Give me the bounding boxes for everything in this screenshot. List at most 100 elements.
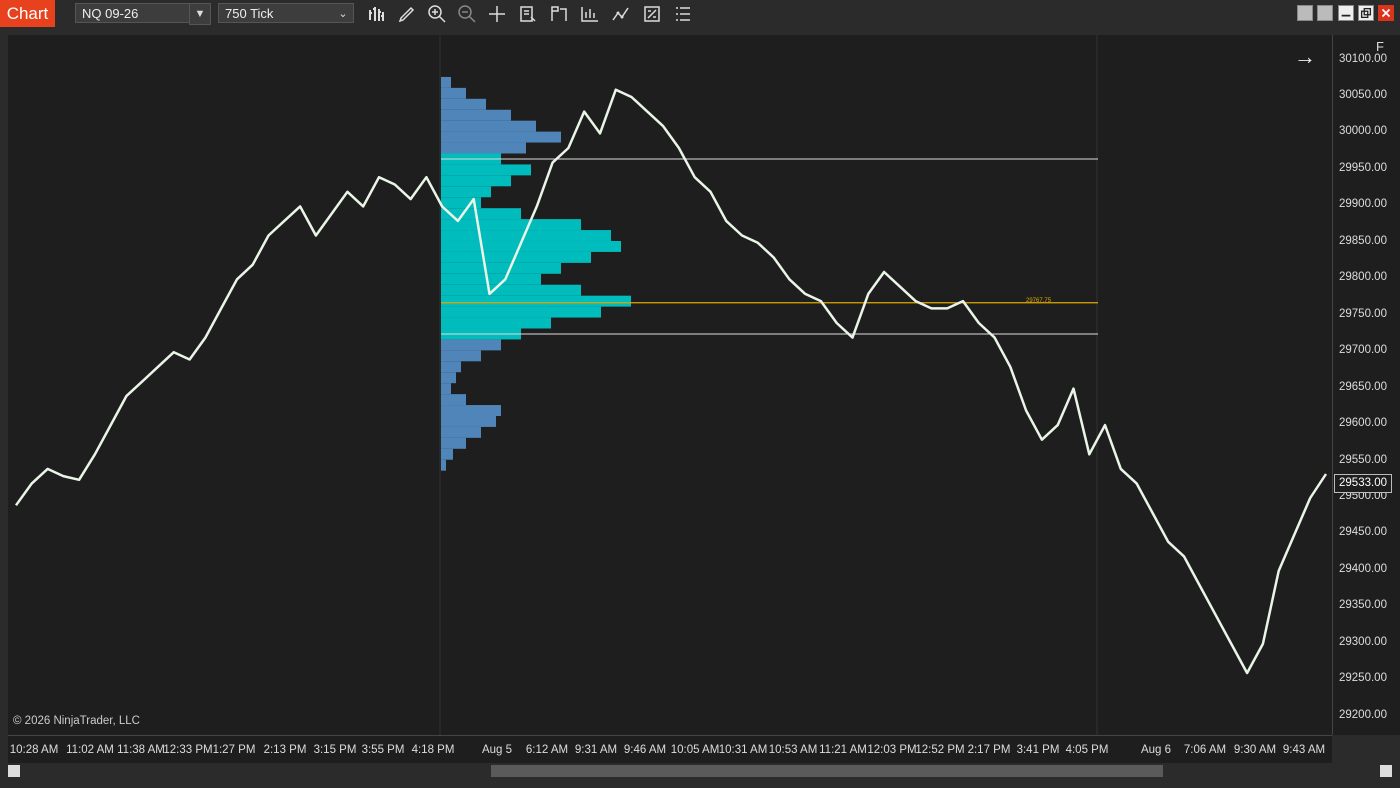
time-tick-label: 1:27 PM bbox=[212, 744, 256, 756]
price-tick-label: 29650.00 bbox=[1339, 380, 1387, 393]
price-tick-label: 30000.00 bbox=[1339, 125, 1387, 138]
properties-icon[interactable] bbox=[642, 4, 662, 24]
volume-profile-bar bbox=[441, 262, 561, 274]
chart-trader-icon[interactable] bbox=[611, 4, 631, 24]
volume-profile-bar bbox=[441, 295, 631, 307]
draw-pencil-icon[interactable] bbox=[397, 4, 417, 24]
time-tick-label: 12:52 PM bbox=[915, 744, 965, 756]
toolbar: Chart NQ 09-26 ▼ 750 Tick ⌄ bbox=[0, 0, 1400, 28]
volume-profile-bar bbox=[441, 240, 621, 252]
time-tick-label: 10:31 AM bbox=[718, 744, 768, 756]
time-tick-label: 4:05 PM bbox=[1065, 744, 1109, 756]
time-tick-label: 3:41 PM bbox=[1016, 744, 1060, 756]
time-tick-label: 11:02 AM bbox=[66, 744, 114, 756]
time-tick-label: 10:53 AM bbox=[768, 744, 818, 756]
window-tile-icon[interactable] bbox=[1317, 5, 1333, 21]
zoom-out-icon[interactable] bbox=[457, 4, 477, 24]
time-tick-label: 2:17 PM bbox=[967, 744, 1011, 756]
poc-label: 29767.75 bbox=[1026, 298, 1052, 304]
bar-type-icon[interactable] bbox=[367, 4, 387, 24]
time-tick-label: 10:28 AM bbox=[9, 744, 59, 756]
price-tick-label: 29750.00 bbox=[1339, 307, 1387, 320]
volume-profile-bar bbox=[441, 76, 451, 88]
instrument-value: NQ 09-26 bbox=[82, 6, 139, 21]
volume-profile-bar bbox=[441, 186, 491, 198]
volume-profile-bar bbox=[441, 426, 481, 438]
minimize-icon[interactable] bbox=[1338, 5, 1354, 21]
price-tick-label: 29200.00 bbox=[1339, 708, 1387, 721]
scroll-left-icon[interactable] bbox=[8, 765, 20, 777]
time-tick-label: 9:31 AM bbox=[574, 744, 618, 756]
time-tick-label: 3:15 PM bbox=[313, 744, 357, 756]
chart-panel[interactable]: 29767.75 © 2026 NinjaTrader, LLC bbox=[8, 35, 1332, 735]
time-tick-label: 3:55 PM bbox=[361, 744, 405, 756]
volume-profile-bar bbox=[441, 284, 581, 296]
close-icon[interactable] bbox=[1378, 5, 1394, 21]
time-tick-label: 11:38 AM bbox=[117, 744, 165, 756]
indicators-icon[interactable] bbox=[549, 4, 569, 24]
volume-profile-bar bbox=[441, 306, 601, 318]
price-tick-label: 30050.00 bbox=[1339, 88, 1387, 101]
volume-profile-bar bbox=[441, 339, 501, 351]
price-tick-label: 29950.00 bbox=[1339, 161, 1387, 174]
volume-profile-bar bbox=[441, 372, 456, 384]
time-tick-label: Aug 6 bbox=[1140, 744, 1172, 756]
time-tick-label: 12:33 PM bbox=[163, 744, 213, 756]
volume-profile-bar bbox=[441, 459, 446, 471]
window-tile-icon[interactable] bbox=[1297, 5, 1313, 21]
zoom-in-icon[interactable] bbox=[427, 4, 447, 24]
price-axis[interactable]: 30100.00 30050.00 30000.00 29950.00 29900.00… bbox=[1332, 35, 1400, 735]
volume-profile-bar bbox=[441, 405, 501, 416]
volume-profile-bar bbox=[441, 415, 496, 427]
time-tick-label: 2:13 PM bbox=[263, 744, 307, 756]
strategies-icon[interactable] bbox=[580, 4, 600, 24]
price-tick-label: 29600.00 bbox=[1339, 417, 1387, 430]
price-tick-label: 29350.00 bbox=[1339, 599, 1387, 612]
last-price-marker: 29533.00 bbox=[1334, 474, 1392, 493]
arrow-right-icon[interactable]: → bbox=[1294, 44, 1316, 70]
copyright-text: © 2026 NinjaTrader, LLC bbox=[13, 715, 140, 727]
volume-profile-bar bbox=[441, 98, 486, 110]
chevron-down-icon: ⌄ bbox=[338, 8, 348, 20]
volume-profile-bar bbox=[441, 437, 466, 449]
volume-profile-bar bbox=[441, 109, 511, 121]
scrollbar-thumb[interactable] bbox=[491, 765, 1163, 777]
volume-profile-bar bbox=[441, 219, 581, 231]
volume-profile-bar bbox=[441, 131, 561, 143]
time-tick-label: 10:05 AM bbox=[670, 744, 720, 756]
bar-type-selector[interactable]: 750 Tick ⌄ bbox=[218, 3, 354, 23]
chart-tab[interactable]: Chart bbox=[0, 0, 55, 27]
time-tick-label: 4:18 PM bbox=[411, 744, 455, 756]
volume-profile-bar bbox=[441, 87, 466, 99]
price-series-line bbox=[14, 88, 1328, 675]
time-tick-label: 6:12 AM bbox=[525, 744, 569, 756]
volume-profile-bar bbox=[441, 317, 551, 329]
price-tick-label: 29850.00 bbox=[1339, 234, 1387, 247]
data-box-icon[interactable] bbox=[518, 4, 538, 24]
horizontal-scrollbar[interactable] bbox=[8, 763, 1392, 779]
volume-profile-bar bbox=[441, 164, 531, 176]
volume-profile-bar bbox=[441, 448, 453, 460]
scroll-right-icon[interactable] bbox=[1380, 765, 1392, 777]
price-tick-label: 29450.00 bbox=[1339, 526, 1387, 539]
instrument-selector[interactable]: NQ 09-26 ▼ bbox=[75, 3, 211, 25]
restore-icon[interactable] bbox=[1358, 5, 1374, 21]
volume-profile-bar bbox=[441, 273, 541, 285]
volume-profile-bar bbox=[441, 383, 451, 395]
time-tick-label: 9:46 AM bbox=[623, 744, 667, 756]
price-chart[interactable]: 29767.75 bbox=[8, 35, 1332, 735]
volume-profile-bar bbox=[441, 394, 466, 406]
price-tick-label: 29300.00 bbox=[1339, 635, 1387, 648]
crosshair-icon[interactable] bbox=[487, 4, 507, 24]
time-tick-label: 9:43 AM bbox=[1282, 744, 1326, 756]
f-button[interactable]: F bbox=[1370, 37, 1390, 57]
menu-icon[interactable] bbox=[673, 4, 693, 24]
price-tick-label: 29800.00 bbox=[1339, 271, 1387, 284]
chevron-down-icon[interactable]: ▼ bbox=[189, 3, 211, 25]
volume-profile-bar bbox=[441, 175, 511, 187]
price-tick-label: 29400.00 bbox=[1339, 562, 1387, 575]
price-tick-label: 29550.00 bbox=[1339, 453, 1387, 466]
price-tick-label: 29900.00 bbox=[1339, 198, 1387, 211]
time-axis[interactable]: 10:28 AM 11:02 AM 11:38 AM 12:33 PM 1:27 PM 2… bbox=[8, 735, 1332, 764]
time-tick-label: 11:21 AM bbox=[819, 744, 867, 756]
